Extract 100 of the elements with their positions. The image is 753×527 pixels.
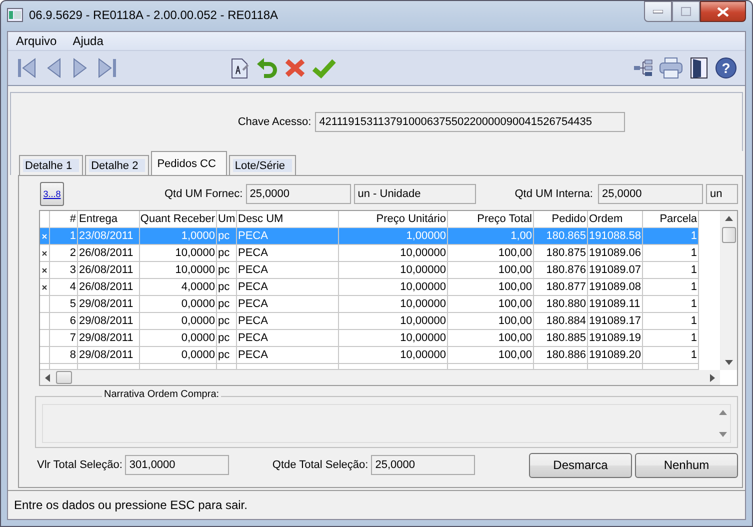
table-cell: pc [217, 313, 237, 330]
supplier-qty-label: Qtd UM Fornec: [164, 188, 243, 200]
tab[interactable]: Pedidos CC [151, 151, 227, 175]
close-button[interactable] [700, 1, 746, 22]
table-cell: 0,0000 [140, 296, 217, 313]
scroll-thumb[interactable] [56, 371, 72, 384]
first-record-icon[interactable] [16, 56, 38, 80]
table-cell: PECA [237, 330, 339, 347]
scroll-up-icon[interactable] [725, 216, 733, 221]
narrative-label: Narrativa Ordem Compra: [102, 389, 222, 400]
table-cell: 10,0000 [140, 262, 217, 279]
tab[interactable]: Lote/Série [228, 155, 296, 175]
table-cell: pc [217, 279, 237, 296]
table-cell: 1 [643, 245, 699, 262]
table-cell: pc [217, 228, 237, 245]
table-cell: 100,00 [448, 330, 534, 347]
scroll-right-icon[interactable] [710, 374, 715, 382]
table-cell: 10,00000 [339, 262, 448, 279]
scroll-left-icon[interactable] [45, 374, 50, 382]
table-cell: 7 [50, 330, 78, 347]
table-cell: pc [217, 245, 237, 262]
total-value-field[interactable]: 301,0000 [125, 455, 230, 475]
table-cell: 10,00000 [339, 330, 448, 347]
table-cell: 10,0000 [140, 245, 217, 262]
document-edit-icon[interactable] [230, 56, 250, 80]
table-cell: 1 [50, 228, 78, 245]
maximize-icon [681, 7, 691, 16]
cancel-icon[interactable] [284, 56, 306, 80]
range-button[interactable]: 3...8 [40, 182, 64, 206]
table-cell: 29/08/2011 [78, 347, 140, 364]
internal-qty-label: Qtd UM Interna: [514, 188, 593, 200]
table-cell: 191089.20 [588, 347, 643, 364]
last-record-icon[interactable] [96, 56, 118, 80]
supplier-qty-field[interactable]: 25,0000 [246, 184, 351, 204]
table-cell: 1 [643, 313, 699, 330]
table-cell: 5 [50, 296, 78, 313]
table-cell: 180.880 [534, 296, 588, 313]
table-cell: 180.876 [534, 262, 588, 279]
none-button[interactable]: Nenhum [635, 452, 738, 478]
table-cell: 191089.19 [588, 330, 643, 347]
table-cell: 1,00000 [339, 228, 448, 245]
supplier-unit-field[interactable]: un - Unidade [354, 184, 476, 204]
table-cell: PECA [237, 279, 339, 296]
total-quantity-field[interactable]: 25,0000 [371, 455, 476, 475]
table-cell: 100,00 [448, 313, 534, 330]
row-header[interactable] [40, 245, 50, 262]
scroll-thumb[interactable] [722, 227, 736, 243]
minimize-button[interactable] [644, 1, 672, 22]
table-cell: 4 [50, 279, 78, 296]
table-cell: 1 [643, 330, 699, 347]
table-cell: 1 [643, 228, 699, 245]
printer-icon[interactable] [659, 57, 683, 79]
table-cell: 0,0000 [140, 330, 217, 347]
window-title: 06.9.5629 - RE0118A - 2.00.00.052 - RE0118A [29, 8, 278, 22]
scroll-up-icon[interactable] [719, 410, 727, 415]
unmark-button[interactable]: Desmarca [529, 452, 632, 478]
table-cell: 100,00 [448, 262, 534, 279]
table-cell: 191089.11 [588, 296, 643, 313]
table-cell: 180.886 [534, 347, 588, 364]
table-cell: 10,00000 [339, 313, 448, 330]
table-cell: PECA [237, 296, 339, 313]
undo-icon[interactable] [256, 56, 278, 80]
horizontal-scrollbar[interactable] [40, 370, 720, 385]
maximize-button[interactable] [672, 1, 700, 22]
total-quantity-label: Qtde Total Seleção: [272, 459, 368, 471]
table-cell: 100,00 [448, 279, 534, 296]
table-cell: PECA [237, 228, 339, 245]
internal-qty-field[interactable]: 25,0000 [598, 184, 703, 204]
table-cell: pc [217, 330, 237, 347]
tab[interactable]: Detalhe 1 [19, 155, 84, 175]
table-cell: 100,00 [448, 245, 534, 262]
menu-item[interactable]: Ajuda [70, 34, 106, 48]
table-cell: 26/08/2011 [78, 262, 140, 279]
help-icon[interactable]: ? [715, 57, 737, 79]
row-header[interactable] [40, 262, 50, 279]
access-key-field[interactable]: 421119153113791000637550220000090041526754435 [315, 112, 626, 132]
table-cell: PECA [237, 245, 339, 262]
internal-unit-field[interactable]: un [706, 184, 738, 204]
tab[interactable]: Detalhe 2 [85, 155, 150, 175]
tree-icon[interactable] [633, 57, 653, 79]
menu-item[interactable]: Arquivo [14, 34, 59, 48]
table-cell: pc [217, 347, 237, 364]
vertical-scrollbar[interactable] [720, 211, 737, 370]
table-cell: 191089.17 [588, 313, 643, 330]
close-icon [717, 6, 729, 16]
table-cell: 1 [643, 347, 699, 364]
table-cell: 2 [50, 245, 78, 262]
exit-door-icon[interactable] [689, 56, 709, 80]
table-cell: 180.884 [534, 313, 588, 330]
table-cell: 10,00000 [339, 245, 448, 262]
table-cell: 6 [50, 313, 78, 330]
table-cell: PECA [237, 313, 339, 330]
scroll-down-icon[interactable] [719, 432, 727, 437]
table-cell: 191089.06 [588, 245, 643, 262]
table-cell: 10,00000 [339, 296, 448, 313]
table-cell: 180.877 [534, 279, 588, 296]
table-cell: 1 [643, 262, 699, 279]
row-header[interactable] [40, 279, 50, 296]
total-value-label: Vlr Total Seleção: [37, 459, 122, 471]
scroll-down-icon[interactable] [725, 360, 733, 365]
